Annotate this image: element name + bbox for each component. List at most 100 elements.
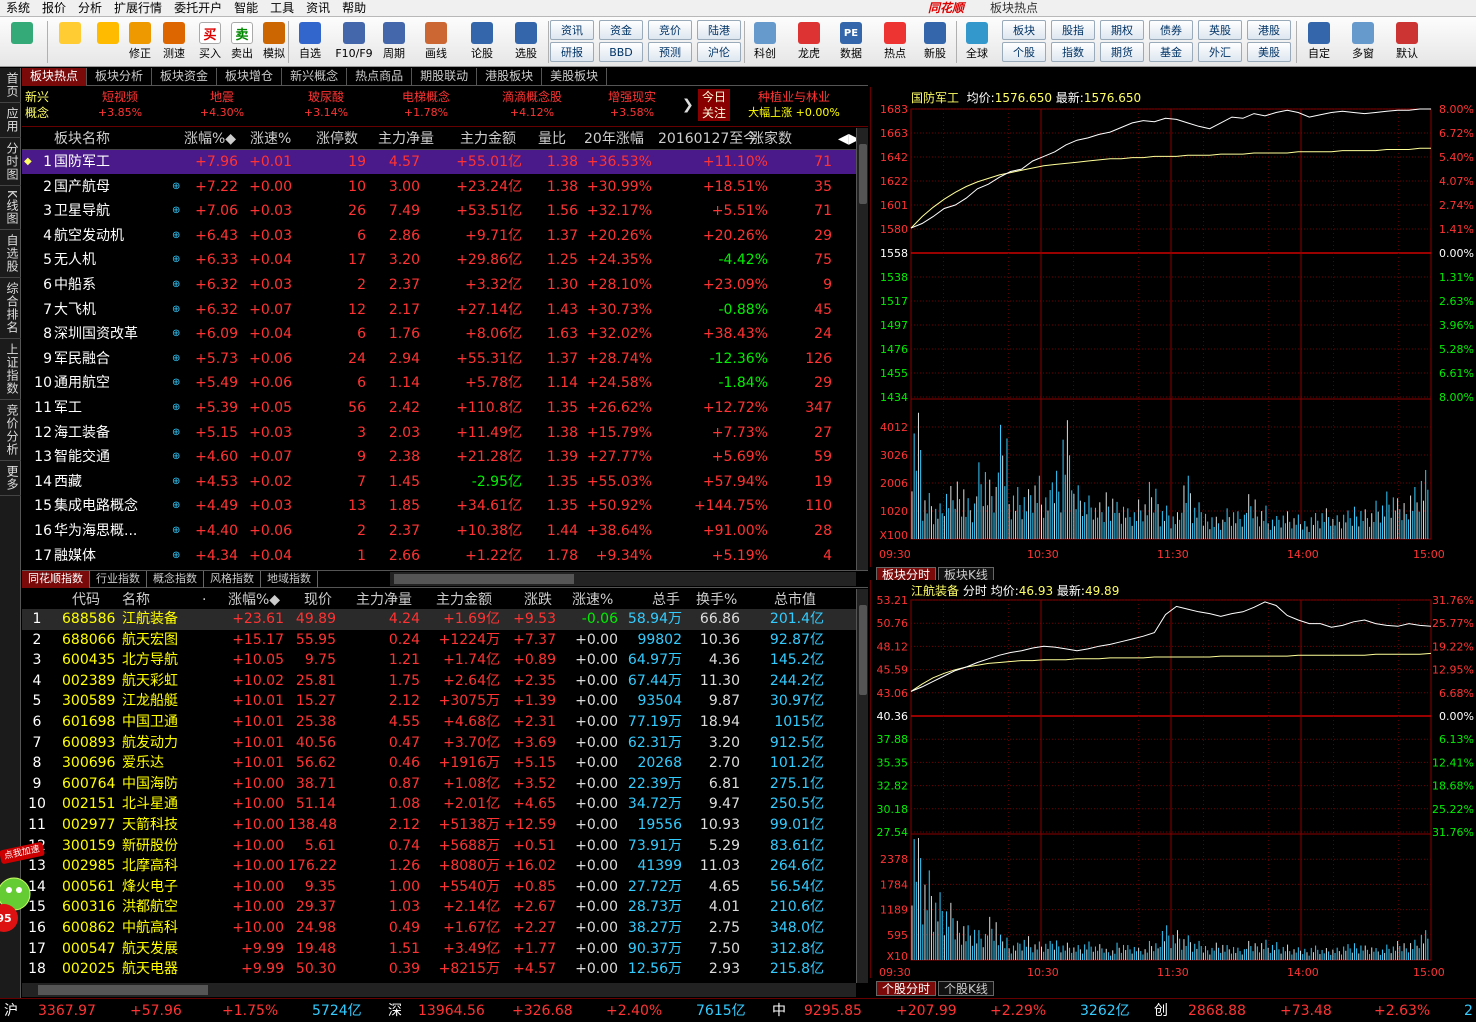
sector-table-scrollbar[interactable]	[856, 128, 868, 570]
stock-row[interactable]: 7 600893 航发动力 +10.01 40.56 0.47 +3.70亿 +3.69 +0.…	[22, 733, 856, 754]
quick-button-0[interactable]: 资讯	[550, 20, 594, 40]
stock-row[interactable]: 18 002025 航天电器 +9.99 50.30 0.39 +8215万 +4.57 +0.…	[22, 959, 856, 980]
sector-col-header[interactable]: 主力金额	[460, 130, 516, 148]
left-nav-item-3[interactable]: K线图	[0, 186, 21, 230]
menu-item-6[interactable]: 工具	[264, 0, 300, 17]
sector-col-header[interactable]: 量比	[538, 130, 566, 148]
sector-col-header[interactable]: 涨速%	[250, 130, 291, 148]
sector-row[interactable]: ⊕ 6 中船系 +6.32 +0.03 2 2.37 +3.32亿 1.30 +28.10% +23…	[22, 273, 856, 297]
sector-row[interactable]: ⊕ 8 深圳国资改革 +6.09 +0.04 6 1.76 +8.06亿 1.63 +32.02%…	[22, 322, 856, 346]
menu-item-7[interactable]: 资讯	[300, 0, 336, 17]
stock-col-header[interactable]: 涨速%	[572, 591, 613, 609]
sector-col-header[interactable]: 主力净量	[378, 130, 434, 148]
quick-button-1[interactable]: 资金	[599, 20, 643, 40]
stock-col-header[interactable]: 涨幅%◆	[228, 591, 280, 609]
stock-table-hscrollbar[interactable]	[22, 983, 856, 997]
stock-row[interactable]: 9 600764 中国海防 +10.00 38.71 0.87 +1.08亿 +3.52 +0.…	[22, 774, 856, 795]
index-value[interactable]: 2868.88	[1188, 1002, 1246, 1020]
pick-button[interactable]: 选股	[510, 19, 542, 65]
quick-button-6[interactable]: 预测	[648, 42, 692, 62]
market-button-6[interactable]: 个股	[1002, 42, 1046, 62]
focus-item[interactable]: 种植业与林业 大幅上涨 +0.00%	[734, 89, 854, 121]
sector-row[interactable]: ⊕ 17 融媒体 +4.34 +0.04 1 2.66 +1.22亿 1.78 +9.34% +5.…	[22, 544, 856, 568]
market-button-7[interactable]: 指数	[1051, 42, 1095, 62]
stock-col-header[interactable]: 名称	[122, 591, 150, 609]
ticker-item[interactable]: 地震 +4.30%	[172, 89, 272, 121]
stock-col-header[interactable]: 主力金额	[436, 591, 492, 609]
buy-button[interactable]: 买买入	[194, 19, 226, 65]
stock-row[interactable]: 14 000561 烽火电子 +10.00 9.35 1.00 +5540万 +0.85 +0.…	[22, 877, 856, 898]
stock-col-header[interactable]: 现价	[304, 591, 332, 609]
index-value[interactable]: 9295.85	[804, 1002, 862, 1020]
tab-top-7[interactable]: 港股板块	[477, 68, 543, 86]
stock-row[interactable]: 15 600316 洪都航空 +10.00 29.37 1.03 +2.14亿 +2.67 +0…	[22, 897, 856, 918]
clock-button[interactable]: 修正	[124, 19, 156, 65]
left-nav-item-6[interactable]: 上证指数	[0, 339, 21, 400]
tab-index-4[interactable]: 地域指数	[261, 571, 318, 588]
star-button[interactable]: 自选	[294, 19, 326, 65]
menu-item-0[interactable]: 系统	[0, 0, 36, 17]
cycle-button[interactable]: 周期	[378, 19, 410, 65]
stock-row[interactable]: 2 688066 航天宏图 +15.17 55.95 0.24 +1224万 +7.37 +0.…	[22, 630, 856, 651]
sector-row[interactable]: ⊕ 10 通用航空 +5.49 +0.06 6 1.14 +5.78亿 1.14 +24.58% -…	[22, 371, 856, 395]
left-nav-item-0[interactable]: 首页	[0, 68, 21, 103]
sector-col-header[interactable]: 20160127至今	[658, 130, 757, 148]
market-button-4[interactable]: 英股	[1198, 20, 1242, 40]
left-nav-item-2[interactable]: 分时图	[0, 138, 21, 186]
sector-row[interactable]: ⊕ 11 军工 +5.39 +0.05 56 2.42 +110.8亿 1.35 +26.62% +…	[22, 396, 856, 420]
pen-button[interactable]: 画线	[420, 19, 452, 65]
today-focus-label[interactable]: 今日关注	[698, 89, 730, 121]
stock-col-header[interactable]: 总手	[652, 591, 680, 609]
grid-button[interactable]	[6, 19, 38, 65]
menu-item-1[interactable]: 报价	[36, 0, 72, 17]
stock-row[interactable]: 16 600862 中航高科 +10.00 24.98 0.49 +1.67亿 +2.27 +0…	[22, 918, 856, 939]
quick-button-3[interactable]: 陆港	[697, 20, 741, 40]
stock-row[interactable]: 6 601698 中国卫通 +10.01 25.38 4.55 +4.68亿 +2.31 +0.…	[22, 712, 856, 733]
quick-button-5[interactable]: BBD	[599, 42, 643, 62]
left-nav-item-8[interactable]: 更多	[0, 461, 21, 496]
stock-row[interactable]: 4 002389 航天彩虹 +10.02 25.81 1.75 +2.64亿 +2.35 +0.…	[22, 671, 856, 692]
left-nav-item-1[interactable]: 应用	[0, 103, 21, 138]
left-nav-item-7[interactable]: 竞价分析	[0, 400, 21, 461]
tab-top-3[interactable]: 板块增仓	[217, 68, 283, 86]
ticker-item[interactable]: 增强现实 +3.58%	[582, 89, 682, 121]
left-nav-item-4[interactable]: 自选股	[0, 230, 21, 278]
tab-top-4[interactable]: 新兴概念	[282, 68, 348, 86]
tab-index-2[interactable]: 概念指数	[147, 571, 204, 588]
speed-button[interactable]: 测速	[158, 19, 190, 65]
updown-button[interactable]	[92, 19, 124, 65]
multiwin-button[interactable]: 多窗	[1346, 19, 1380, 65]
stock-row[interactable]: 5 300589 江龙船艇 +10.01 15.27 2.12 +3075万 +1.39 +0.…	[22, 691, 856, 712]
sector-row[interactable]: ⊕ 9 军民融合 +5.73 +0.06 24 2.94 +55.31亿 1.37 +28.74%…	[22, 347, 856, 371]
market-button-8[interactable]: 期货	[1100, 42, 1144, 62]
newstock-button[interactable]: 新股	[918, 19, 952, 65]
stock-row[interactable]: 8 300696 爱乐达 +10.01 56.62 0.46 +1916万 +5.15 +0.0…	[22, 753, 856, 774]
chart2-tab-1[interactable]: 个股K线	[938, 981, 994, 996]
ticker-item[interactable]: 滴滴概念股 +4.12%	[482, 89, 582, 121]
market-button-9[interactable]: 基金	[1149, 42, 1193, 62]
sell-button[interactable]: 卖卖出	[226, 19, 258, 65]
forum-button[interactable]: 论股	[466, 19, 498, 65]
new-concept-label[interactable]: 新兴概念	[22, 89, 52, 121]
stock-row[interactable]: 3 600435 北方导航 +10.05 9.75 1.21 +1.74亿 +0.89 +0.0…	[22, 650, 856, 671]
pe-button[interactable]: PE 数据	[834, 19, 868, 65]
sector-row[interactable]: ⊕ 12 海工装备 +5.15 +0.03 3 2.03 +11.49亿 1.38 +15.79%…	[22, 421, 856, 445]
tab-index-1[interactable]: 行业指数	[90, 571, 147, 588]
sector-col-header[interactable]: 涨停数	[316, 130, 358, 148]
stock-row[interactable]: 17 000547 航天发展 +9.99 19.48 1.51 +3.49亿 +1.77 +0.…	[22, 939, 856, 960]
home-button[interactable]: 默认	[1390, 19, 1424, 65]
quick-button-7[interactable]: 沪伦	[697, 42, 741, 62]
quick-button-2[interactable]: 竞价	[648, 20, 692, 40]
chart2-tab-0[interactable]: 个股分时	[876, 981, 937, 996]
tab-top-8[interactable]: 美股板块	[542, 68, 608, 86]
back-button[interactable]	[54, 19, 86, 65]
sector-row[interactable]: ⊕ 3 卫星导航 +7.06 +0.03 26 7.49 +53.51亿 1.56 +32.17%…	[22, 199, 856, 223]
stock-intraday-chart[interactable]: 江航装备 分时 均价:46.93 最新:49.89 53.21 50.76 48.1…	[870, 580, 1476, 979]
index-value[interactable]: 13964.56	[418, 1002, 485, 1020]
dragon-button[interactable]: 龙虎	[792, 19, 826, 65]
market-button-11[interactable]: 美股	[1247, 42, 1291, 62]
tab-top-0[interactable]: 板块热点	[22, 68, 88, 86]
menu-item-3[interactable]: 扩展行情	[108, 0, 168, 17]
market-button-1[interactable]: 股指	[1051, 20, 1095, 40]
tab-top-5[interactable]: 热点商品	[347, 68, 413, 86]
